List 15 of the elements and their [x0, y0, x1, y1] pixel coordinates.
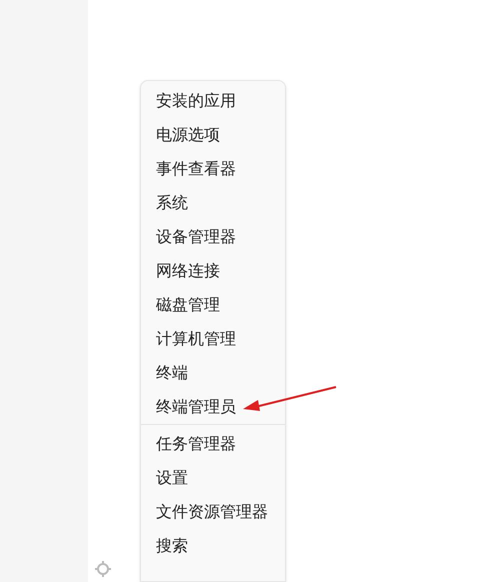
menu-item[interactable]: 搜索 [142, 529, 284, 563]
menu-item[interactable]: 终端 [142, 356, 284, 390]
menu-item[interactable]: 系统 [142, 186, 284, 220]
menu-item[interactable]: 设备管理器 [142, 220, 284, 254]
menu-item[interactable]: 计算机管理 [142, 322, 284, 356]
menu-item[interactable]: 设置 [142, 461, 284, 495]
menu-item[interactable]: 安装的应用 [142, 84, 284, 118]
menu-item[interactable]: 终端管理员 [142, 390, 284, 424]
menu-item[interactable]: 事件查看器 [142, 152, 284, 186]
menu-item[interactable]: 任务管理器 [142, 427, 284, 461]
menu-item[interactable]: 磁盘管理 [142, 288, 284, 322]
menu-item[interactable]: 电源选项 [142, 118, 284, 152]
menu-item[interactable]: 网络连接 [142, 254, 284, 288]
menu-item[interactable]: 文件资源管理器 [142, 495, 284, 529]
crosshair-icon[interactable] [94, 560, 112, 578]
